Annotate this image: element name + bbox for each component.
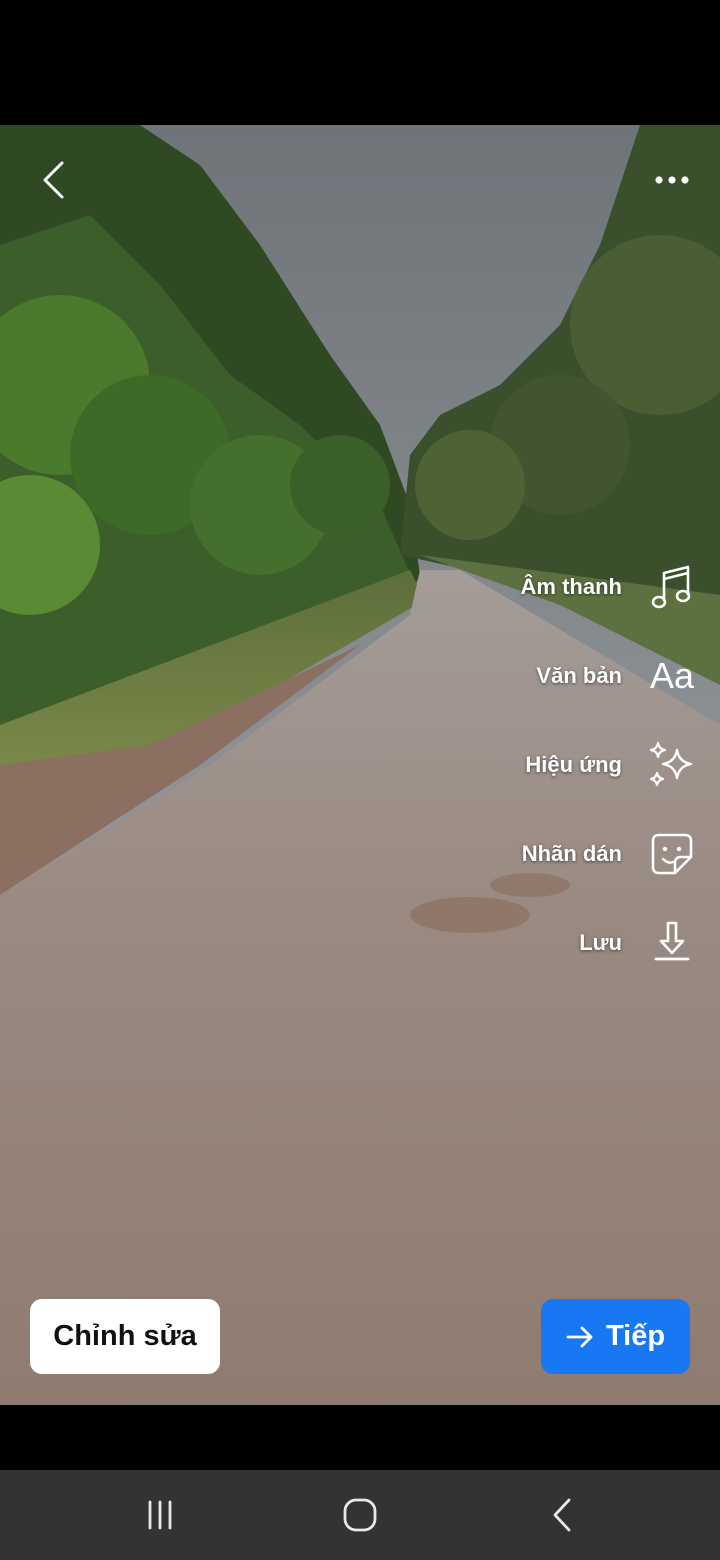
next-button-label: Tiếp — [605, 1320, 666, 1352]
sparkles-icon — [646, 739, 698, 791]
tool-effects-label: Hiệu ứng — [525, 752, 622, 777]
tool-text[interactable]: Văn bản Aa — [536, 646, 698, 706]
status-bar-area — [0, 0, 720, 125]
nav-recents-button[interactable] — [130, 1490, 190, 1540]
tool-audio-label: Âm thanh — [520, 574, 622, 599]
back-button[interactable] — [28, 155, 78, 205]
bottom-spacer — [0, 1405, 720, 1470]
tool-effects[interactable]: Hiệu ứng — [525, 735, 698, 795]
next-button[interactable]: Tiếp — [541, 1299, 690, 1374]
nav-back-button[interactable] — [532, 1490, 592, 1540]
edit-button-label: Chỉnh sửa — [53, 1320, 197, 1352]
chevron-left-icon — [43, 161, 64, 199]
tool-save-label: Lưu — [579, 930, 622, 955]
nav-home-button[interactable] — [330, 1490, 390, 1540]
edit-button[interactable]: Chỉnh sửa — [30, 1299, 220, 1374]
tool-audio[interactable]: Âm thanh — [521, 557, 698, 617]
sticker-icon — [646, 828, 698, 880]
text-aa-glyph: Aa — [649, 655, 695, 696]
more-options-button[interactable] — [648, 158, 696, 202]
recents-icon — [148, 1500, 172, 1530]
download-icon — [646, 917, 698, 969]
tool-text-label: Văn bản — [536, 663, 622, 688]
tool-sticker-label: Nhãn dán — [521, 841, 622, 866]
tool-save[interactable]: Lưu — [579, 913, 698, 973]
arrow-right-icon — [566, 1326, 593, 1347]
system-nav-bar — [0, 1470, 720, 1560]
home-icon — [343, 1498, 377, 1532]
text-aa-icon: Aa — [646, 650, 698, 702]
nav-back-icon — [553, 1498, 571, 1532]
more-dots-icon — [655, 176, 689, 184]
tool-sticker[interactable]: Nhãn dán — [522, 824, 698, 884]
music-note-icon — [646, 561, 698, 613]
